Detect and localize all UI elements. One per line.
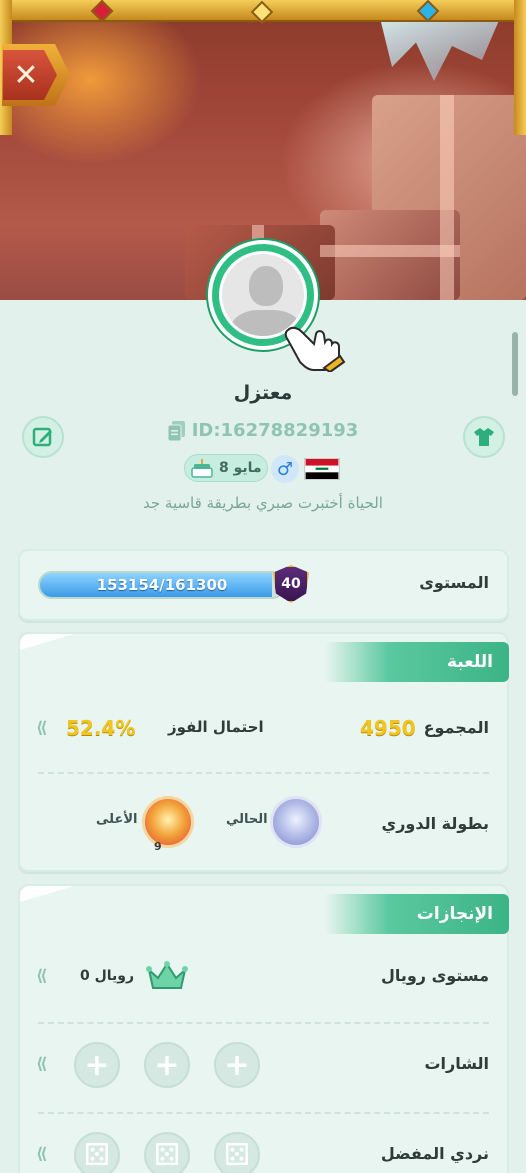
achievements-card: الإنجازات مستوى رويال رويال 0 ⟪ الشارات … bbox=[18, 884, 509, 1173]
close-icon: ✕ bbox=[3, 50, 57, 100]
level-label: المستوى bbox=[419, 573, 489, 592]
total-games-value: 4950 bbox=[360, 716, 416, 740]
iraq-flag-icon bbox=[304, 458, 340, 480]
gift-ribbon bbox=[320, 245, 460, 257]
double-chevron-left-icon[interactable]: ⟪ bbox=[36, 718, 56, 738]
shirt-icon bbox=[474, 428, 494, 446]
card-corner-decoration bbox=[20, 634, 74, 650]
copy-icon[interactable] bbox=[167, 420, 186, 441]
male-icon: ♂ bbox=[276, 458, 294, 480]
gender-badge: ♂ bbox=[271, 455, 299, 483]
crown-icon bbox=[146, 961, 188, 989]
badges-label: الشارات bbox=[424, 1054, 489, 1073]
total-games-label: المجموع bbox=[423, 718, 489, 737]
double-chevron-left-icon[interactable]: ⟪ bbox=[36, 966, 56, 986]
birthday-badge: 8 مايو bbox=[184, 454, 268, 482]
league-label: بطولة الدوري bbox=[381, 814, 489, 833]
win-rate-value: 52.4% bbox=[66, 716, 136, 740]
double-chevron-left-icon[interactable]: ⟪ bbox=[36, 1144, 56, 1164]
scrollbar[interactable] bbox=[512, 332, 518, 396]
tap-hand-icon bbox=[284, 326, 346, 372]
card-corner-decoration bbox=[20, 886, 74, 902]
gold-frame-right bbox=[514, 0, 526, 135]
username: معتزل bbox=[233, 382, 293, 404]
ice-crystal-decoration bbox=[380, 18, 500, 81]
dice-slot-empty[interactable]: ⚄ bbox=[214, 1132, 260, 1173]
birthday-text: 8 مايو bbox=[219, 460, 262, 476]
cake-icon bbox=[191, 459, 213, 478]
user-id-text: ID:16278829193 bbox=[191, 420, 359, 441]
level-progress-text: 153154/161300 bbox=[96, 576, 228, 594]
divider bbox=[38, 1022, 489, 1024]
user-id-row[interactable]: ID:16278829193 bbox=[0, 420, 526, 441]
royal-level-label: مستوى رويال bbox=[380, 966, 489, 985]
highest-league-label: الأعلى bbox=[96, 812, 138, 827]
badge-slot-empty[interactable]: + bbox=[144, 1042, 190, 1088]
level-number: 40 bbox=[281, 576, 301, 592]
dice-slot-empty[interactable]: ⚄ bbox=[74, 1132, 120, 1173]
gift-ribbon bbox=[440, 95, 454, 300]
current-league-medal-icon[interactable] bbox=[270, 796, 322, 848]
game-stats-card: اللعبة المجموع 4950 احتمال الفوز 52.4% ⟪… bbox=[18, 632, 509, 872]
highest-league-medal-icon[interactable] bbox=[142, 796, 194, 848]
highest-league-count: 9 bbox=[154, 840, 162, 853]
bio-text: الحياة أختبرت صبري بطريقة قاسية جد bbox=[143, 494, 383, 512]
win-rate-label: احتمال الفوز bbox=[168, 718, 264, 736]
divider bbox=[38, 1112, 489, 1114]
dice-slot-empty[interactable]: ⚄ bbox=[144, 1132, 190, 1173]
double-chevron-left-icon[interactable]: ⟪ bbox=[36, 1054, 56, 1074]
level-card: 153154/161300 40 المستوى bbox=[18, 549, 509, 621]
outfit-button[interactable] bbox=[463, 416, 505, 458]
divider bbox=[38, 772, 489, 774]
current-league-label: الحالي bbox=[226, 812, 268, 827]
badge-slot-empty[interactable]: + bbox=[74, 1042, 120, 1088]
favorite-dice-label: نردي المفضل bbox=[380, 1144, 489, 1163]
badge-slot-empty[interactable]: + bbox=[214, 1042, 260, 1088]
profile-badges-row: 8 مايو ♂ bbox=[0, 454, 526, 484]
section-title-game: اللعبة bbox=[325, 642, 509, 682]
section-title-achievements: الإنجازات bbox=[325, 894, 509, 934]
level-progress-bar: 153154/161300 bbox=[38, 571, 286, 599]
royal-level-value: رويال 0 bbox=[80, 968, 135, 984]
